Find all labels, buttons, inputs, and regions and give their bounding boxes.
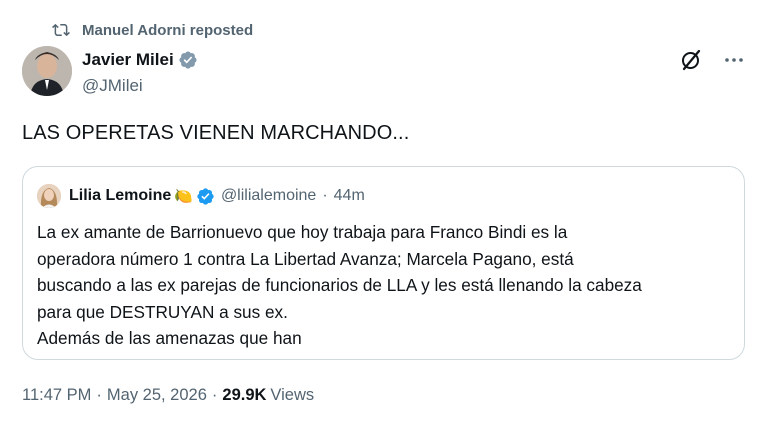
quote-text-line: operadora número 1 contra La Libertad Av… <box>37 248 574 269</box>
views-count: 29.9K <box>222 386 267 404</box>
quote-text-line: buscando a las ex parejas de funcionario… <box>37 275 642 295</box>
views-label: Views <box>270 386 315 404</box>
tweet-author: Javier Milei @JMilei <box>22 46 744 96</box>
post-date[interactable]: May 25, 2026 <box>107 386 207 405</box>
repost-header: Manuel Adorni reposted <box>52 20 253 40</box>
author-handle[interactable]: @JMilei <box>82 76 198 96</box>
author-avatar[interactable] <box>22 46 72 96</box>
quote-time: 44m <box>333 187 365 204</box>
post-time[interactable]: 11:47 PM <box>22 386 91 405</box>
repost-label[interactable]: Manuel Adorni reposted <box>82 22 253 39</box>
grok-icon[interactable] <box>679 48 703 72</box>
footer-separator: · <box>211 386 218 404</box>
tweet-footer: 11:47 PM · May 25, 2026 · 29.9K Views <box>22 386 314 405</box>
quote-text-line: para que DESTRUYAN a sus ex. <box>37 301 288 322</box>
lemon-emoji: 🍋 <box>174 188 193 205</box>
quote-dot: · <box>322 187 328 204</box>
verified-badge-icon <box>178 50 198 70</box>
quote-author-handle: @lilialemoine <box>220 187 317 204</box>
quote-avatar <box>37 184 61 208</box>
footer-separator: · <box>96 386 102 404</box>
repost-icon <box>52 21 70 39</box>
quote-author-name: Lilia Lemoine <box>69 187 172 204</box>
quote-header: Lilia Lemoine 🍋 @lilialemoine · 44m <box>37 184 365 208</box>
more-icon[interactable] <box>723 49 745 71</box>
verified-badge-icon <box>196 187 215 206</box>
quoted-tweet[interactable]: Lilia Lemoine 🍋 @lilialemoine · 44m La e… <box>22 166 745 360</box>
tweet-actions-top <box>679 48 745 72</box>
quote-text-line: La ex amante de Barrionuevo que hoy trab… <box>37 222 568 242</box>
author-name[interactable]: Javier Milei <box>82 50 174 70</box>
tweet-text: LAS OPERETAS VIENEN MARCHANDO... <box>22 122 410 144</box>
quote-text-line: Además de las amenazas que han <box>37 328 302 348</box>
quote-text: La ex amante de Barrionuevo que hoy trab… <box>37 219 737 352</box>
